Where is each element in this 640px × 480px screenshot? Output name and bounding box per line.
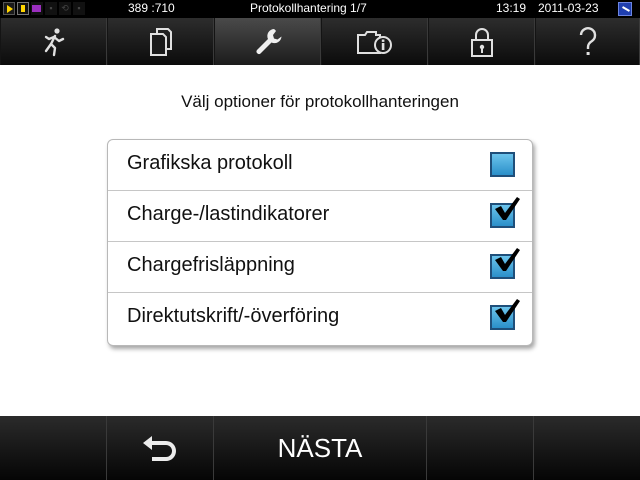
tab-documents[interactable] (107, 18, 214, 65)
padlock-icon (470, 27, 493, 57)
back-button[interactable] (107, 416, 213, 480)
option-row-grafikska-protokoll[interactable]: Grafikska protokoll (108, 140, 532, 191)
status-bar: ▪ ⟲ ▪ 389 :710 Protokollhantering 1/7 13… (0, 0, 640, 18)
tab-program-start[interactable] (0, 18, 107, 65)
connection-icon (618, 2, 632, 16)
magazine-icon (31, 2, 43, 15)
card-icon (17, 2, 29, 15)
option-row-charge-lastindikatorer[interactable]: Charge-/lastindikatorer (108, 191, 532, 242)
option-label: Grafikska protokoll (127, 152, 293, 174)
bottom-bar: NÄSTA (0, 416, 640, 480)
play-icon (3, 2, 15, 15)
next-button[interactable]: NÄSTA (214, 416, 426, 480)
status-icons: ▪ ⟲ ▪ (3, 2, 85, 16)
lock-icon: ▪ (73, 2, 85, 15)
device-icon: ▪ (45, 2, 57, 15)
clock-time: 13:19 (496, 1, 527, 15)
running-person-icon (44, 27, 64, 56)
question-icon (579, 26, 596, 55)
back-arrow-icon (143, 436, 176, 461)
option-label: Charge-/lastindikatorer (127, 203, 330, 225)
option-label: Chargefrisläppning (127, 254, 295, 276)
checkmark-icon (495, 299, 520, 322)
option-row-direktutskrift[interactable]: Direktutskrift/-överföring (108, 293, 532, 345)
cycle-counter: 389 :710 (128, 1, 175, 15)
documents-icon (149, 27, 172, 56)
checkmark-icon (495, 248, 520, 271)
screen-title: Protokollhantering 1/7 (250, 1, 367, 15)
checkmark-icon (495, 197, 520, 220)
tab-help[interactable] (535, 18, 640, 65)
bottom-divider (426, 416, 427, 480)
folder-info-icon (356, 30, 392, 54)
tab-settings[interactable] (214, 18, 321, 65)
sync-icon: ⟲ (59, 2, 71, 15)
option-label: Direktutskrift/-överföring (127, 305, 340, 327)
option-list: Grafikska protokoll Charge-/lastindikato… (107, 139, 533, 346)
tab-user-login[interactable] (428, 18, 535, 65)
main-menu-tabs (0, 18, 640, 65)
option-checkbox-grafikska-protokoll[interactable] (490, 152, 515, 177)
clock-date: 2011-03-23 (538, 1, 599, 15)
page-heading: Välj optioner för protokollhanteringen (181, 92, 459, 111)
option-row-chargefrislappning[interactable]: Chargefrisläppning (108, 242, 532, 293)
bottom-divider (533, 416, 534, 480)
wrench-icon (256, 28, 281, 54)
tab-info[interactable] (321, 18, 428, 65)
